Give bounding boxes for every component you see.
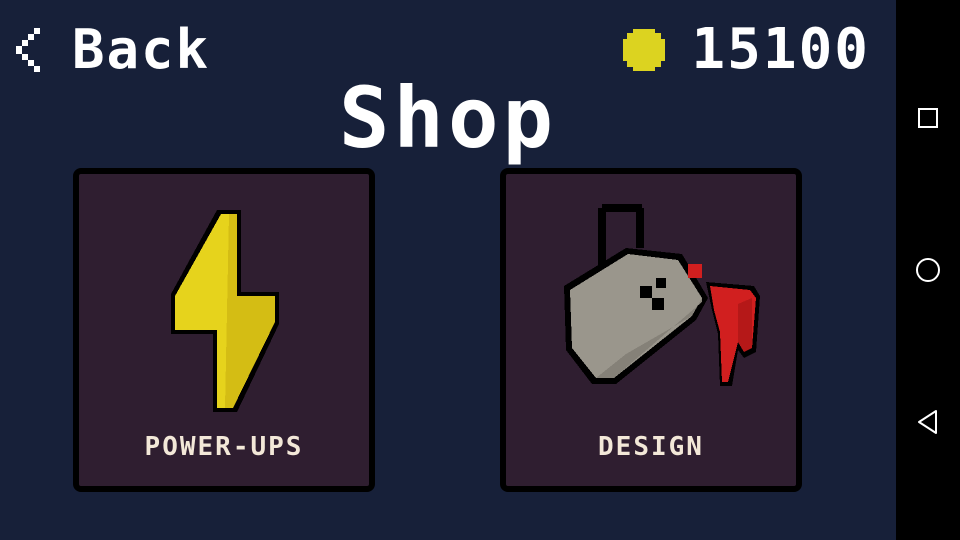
coin-count: 15100 <box>691 17 870 82</box>
design-card[interactable]: DESIGN <box>500 168 802 492</box>
powerups-label: POWER-UPS <box>144 432 304 462</box>
android-nav-bar <box>896 0 960 540</box>
triangle-back-icon <box>918 410 937 434</box>
page-title: Shop <box>338 69 558 167</box>
chevron-left-icon <box>16 28 40 72</box>
game-screen: Back 15100 Shop POWER-UPS DESIGN <box>0 0 896 540</box>
circle-home-icon <box>916 258 940 282</box>
square-recents-icon <box>918 108 938 128</box>
design-label: DESIGN <box>598 432 704 462</box>
paint-bucket-icon <box>564 204 760 386</box>
powerups-card[interactable]: POWER-UPS <box>73 168 375 492</box>
back-button[interactable]: Back <box>16 20 210 80</box>
recents-button[interactable] <box>896 88 960 148</box>
nav-back-button[interactable] <box>896 392 960 452</box>
coin-icon <box>623 29 666 71</box>
back-label: Back <box>72 18 211 81</box>
coin-balance: 15100 <box>621 20 870 80</box>
lightning-bolt-icon <box>171 210 279 412</box>
home-button[interactable] <box>896 240 960 300</box>
